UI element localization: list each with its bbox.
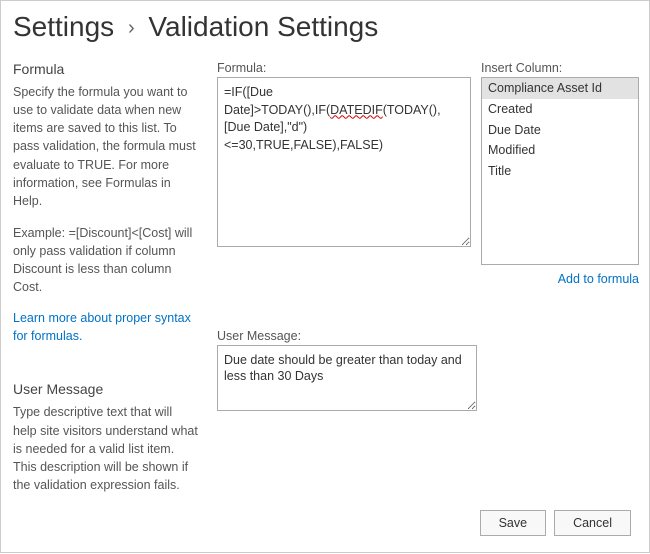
chevron-right-icon: › <box>128 17 135 39</box>
usermsg-label: User Message: <box>217 329 639 343</box>
formula-section-title: Formula <box>13 61 199 77</box>
list-item[interactable]: Modified <box>482 140 638 161</box>
list-item[interactable]: Compliance Asset Id <box>482 78 638 99</box>
formula-label: Formula: <box>217 61 471 75</box>
formula-textarea[interactable]: =IF([Due Date]>TODAY(),IF(DATEDIF(TODAY(… <box>217 77 471 247</box>
formula-help-link[interactable]: Learn more about proper syntax for formu… <box>13 310 199 345</box>
spellcheck-wavy: DATEDIF <box>330 103 383 117</box>
usermsg-textarea[interactable] <box>217 345 477 411</box>
list-item[interactable]: Due Date <box>482 120 638 141</box>
list-item[interactable]: Title <box>482 161 638 182</box>
insert-column-label: Insert Column: <box>481 61 639 75</box>
formula-section-desc: Specify the formula you want to use to v… <box>13 83 199 210</box>
breadcrumb: Settings › Validation Settings <box>1 1 650 61</box>
cancel-button[interactable]: Cancel <box>554 510 631 536</box>
usermsg-section-desc: Type descriptive text that will help sit… <box>13 403 199 494</box>
formula-section-example: Example: =[Discount]<[Cost] will only pa… <box>13 224 199 297</box>
list-item[interactable]: Created <box>482 99 638 120</box>
usermsg-section-title: User Message <box>13 381 199 397</box>
add-to-formula-link[interactable]: Add to formula <box>558 271 639 289</box>
breadcrumb-root[interactable]: Settings <box>13 11 114 42</box>
page-title: Validation Settings <box>148 11 378 42</box>
save-button[interactable]: Save <box>480 510 547 536</box>
insert-column-listbox[interactable]: Compliance Asset IdCreatedDue DateModifi… <box>481 77 639 265</box>
